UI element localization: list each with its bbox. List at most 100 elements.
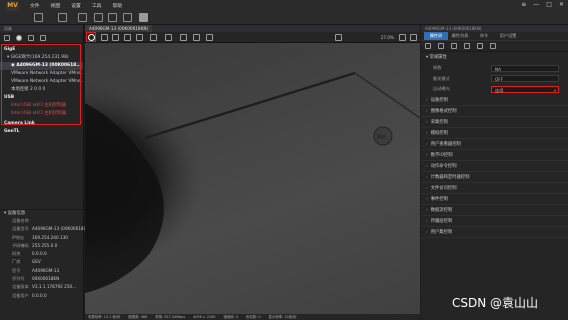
fit-window-icon[interactable]	[410, 34, 417, 41]
info-row: 设备用户 0.0.0.0	[12, 292, 47, 298]
maximize-icon[interactable]: □	[546, 1, 552, 9]
grid-layout-icon[interactable]	[123, 13, 132, 22]
collapse-all-icon[interactable]	[438, 43, 444, 49]
status-capture-fps: 采集帧率: 13.1 帧/秒	[88, 315, 121, 319]
export-icon[interactable]	[477, 43, 483, 49]
view-tab-bar: A4096GM-13 (00K00618KN)	[85, 25, 420, 32]
menu-settings[interactable]: 设置	[71, 2, 81, 9]
grid-icon[interactable]	[150, 34, 157, 41]
calculator-icon[interactable]	[139, 13, 148, 22]
chevron-right-icon: ›	[426, 185, 428, 191]
menu-help[interactable]: 帮助	[112, 2, 122, 9]
device-info-header[interactable]: ▾ 设备信息	[0, 209, 84, 217]
tab-property-tree[interactable]: 属性树	[424, 32, 448, 40]
view-tab-a4096gm[interactable]: A4096GM-13 (00K00618KN)	[85, 25, 153, 32]
properties-panel: A4096GM-13 (00K00618KN) 属性树 属性列表 命令 用户设置…	[421, 25, 568, 320]
chevron-right-icon: ›	[426, 108, 428, 114]
export-icon[interactable]	[206, 34, 213, 41]
status-resolution: 4096 × 2160	[193, 315, 216, 319]
status-lost-packets: 丢包数: 0	[245, 315, 261, 319]
section-common-properties[interactable]: ▾ 常规属性	[421, 52, 568, 63]
section-action-command[interactable]: › 动作命令控制	[421, 161, 568, 172]
chevron-right-icon: ›	[426, 174, 428, 180]
split-view-icon[interactable]	[165, 34, 172, 41]
measure-icon[interactable]	[193, 34, 200, 41]
prop-row-auto-exposure: 自动曝光 连续 ▾	[421, 84, 568, 95]
status-error-frames: 错误帧: 0	[223, 315, 238, 319]
crosshair-icon[interactable]	[136, 34, 143, 41]
info-row: IP地址 169.254.240.130	[12, 234, 68, 240]
prop-value-trigger-mode[interactable]: OFF	[491, 75, 559, 83]
menu-view[interactable]: 视图	[51, 2, 61, 9]
view-toolbar: 27.0%	[85, 32, 420, 43]
save-icon[interactable]	[78, 13, 87, 22]
prop-row-trigger-mode: 触发模式 OFF	[421, 74, 568, 85]
section-analog[interactable]: › 模拟控制	[421, 128, 568, 139]
status-bar: 采集帧率: 13.1 帧/秒 图像数: 466 带宽: 927.04Mbps 4…	[85, 314, 420, 320]
chevron-right-icon: ›	[426, 229, 428, 235]
info-row: 设备名称	[12, 218, 29, 223]
info-row: 子网掩码 255.255.0.0	[12, 242, 58, 248]
chevron-right-icon: ›	[426, 130, 428, 136]
auto-exposure-select[interactable]: 连续 ▾	[491, 85, 559, 93]
section-data-stream[interactable]: › 数据流控制	[421, 205, 568, 216]
camera-image[interactable]: Re	[85, 43, 420, 315]
image-icon[interactable]	[94, 13, 103, 22]
section-event-control[interactable]: › 事件控制	[421, 194, 568, 205]
histogram-icon[interactable]	[180, 34, 187, 41]
camera-snapshot-icon[interactable]	[124, 34, 131, 41]
section-digital-io[interactable]: › 数字IO控制	[421, 150, 568, 161]
section-user-viewer[interactable]: › 用户查看器控制	[421, 139, 568, 150]
prop-row-frames: 帧数 NA	[421, 63, 568, 74]
section-user-set[interactable]: › 用户集控制	[421, 227, 568, 238]
highlight-box-device-list	[1, 44, 81, 125]
filter-icon[interactable]	[451, 43, 457, 49]
start-capture-icon[interactable]	[88, 34, 95, 41]
close-icon[interactable]: ✕	[559, 1, 564, 9]
menu-file[interactable]: 文件	[30, 2, 40, 9]
section-device-control[interactable]: › 设备控制	[421, 95, 568, 106]
properties-toolbar	[421, 41, 568, 52]
auto-exposure-value: 连续	[495, 87, 504, 93]
layout-icon[interactable]	[34, 13, 43, 22]
open-folder-icon[interactable]	[58, 13, 67, 22]
section-image-format[interactable]: › 图像格式控制	[421, 106, 568, 117]
zoom-in-icon[interactable]	[399, 34, 406, 41]
minimize-icon[interactable]: —	[533, 1, 539, 9]
tab-commands[interactable]: 命令	[472, 32, 496, 40]
more-menu-icon[interactable]: ≡	[521, 1, 526, 9]
tab-user-settings[interactable]: 用户设置	[496, 32, 520, 40]
device-panel-header: 设备	[0, 25, 83, 32]
expand-all-icon[interactable]	[425, 43, 431, 49]
copy-icon[interactable]	[28, 34, 34, 41]
image-view-panel: A4096GM-13 (00K00618KN) 27.0% Re 采集帧率: 1…	[85, 25, 420, 320]
tab-property-list[interactable]: 属性列表	[448, 32, 472, 40]
tree-group-gentl[interactable]: GenTL	[0, 128, 83, 136]
app-logo: MV	[6, 1, 19, 11]
section-transport-layer[interactable]: › 传输层控制	[421, 216, 568, 227]
chevron-right-icon: ›	[426, 218, 428, 224]
refresh-icon[interactable]	[40, 34, 46, 41]
record-video-icon[interactable]	[112, 34, 119, 41]
snapshot-icon[interactable]	[108, 13, 117, 22]
add-device-icon[interactable]	[4, 34, 10, 41]
section-acquisition[interactable]: › 采集控制	[421, 117, 568, 128]
info-row: 序列号 00K00618KN	[12, 276, 60, 282]
csdn-watermark: CSDN @袁山山	[452, 296, 539, 310]
chevron-right-icon: ›	[426, 196, 428, 202]
info-row: 设备型号 A4096GM-13 (00K00618)	[12, 226, 86, 232]
import-icon[interactable]	[464, 43, 470, 49]
status-frame-count: 图像数: 466	[128, 315, 148, 319]
section-file-access[interactable]: › 文件访问控制	[421, 183, 568, 194]
reset-icon[interactable]	[490, 43, 496, 49]
zoom-out-icon[interactable]	[335, 34, 342, 41]
section-counter-timer[interactable]: › 计数器和定时器控制	[421, 172, 568, 183]
chevron-right-icon: ›	[426, 97, 428, 103]
chevron-down-icon: ▾	[553, 87, 556, 93]
prop-value-frames[interactable]: NA	[491, 64, 559, 72]
stop-capture-icon[interactable]	[101, 34, 108, 41]
menu-tools[interactable]: 工具	[92, 2, 102, 9]
title-bar: MV 文件 视图 设置 工具 帮助 ≡ — □ ✕	[0, 0, 568, 11]
status-bandwidth: 带宽: 927.04Mbps	[155, 315, 186, 319]
record-icon[interactable]	[16, 34, 22, 41]
